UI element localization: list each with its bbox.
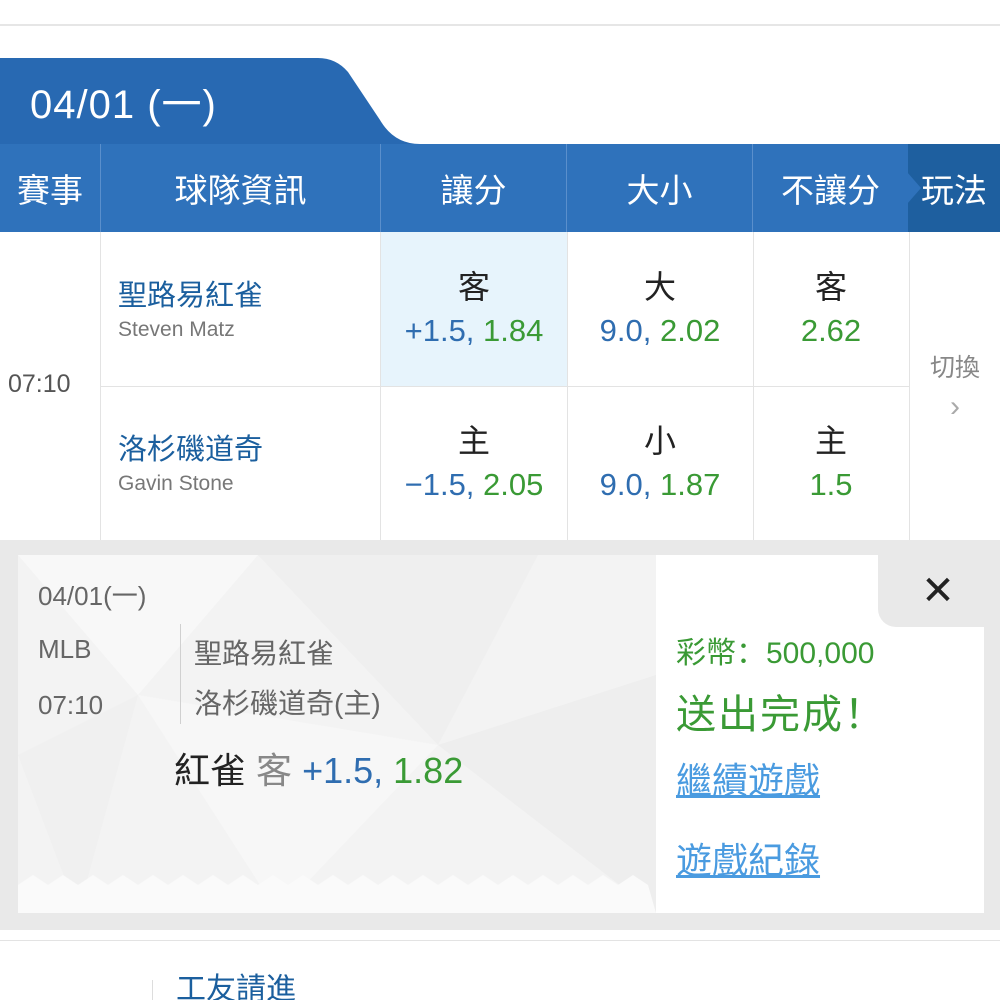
odds-value: 1.5: [809, 467, 853, 502]
receipt-league: MLB: [38, 634, 92, 664]
odds-value: 2.05: [483, 467, 544, 502]
odds-label: 客: [457, 269, 490, 305]
next-section: [0, 940, 1000, 1000]
bet-selection: 紅雀: [174, 750, 247, 791]
odds-value: 1.84: [483, 313, 544, 348]
away-pitcher: Steven Matz: [118, 318, 235, 341]
odds-label: 客: [814, 269, 847, 305]
under-option[interactable]: 小 9.0, 1.87: [567, 419, 753, 507]
switch-button[interactable]: 切換 ›: [910, 232, 1000, 540]
bet-side: 客: [256, 750, 293, 791]
receipt-team-away: 聖路易紅雀: [194, 638, 335, 669]
odds-value: 2.02: [660, 313, 721, 348]
play-type-button[interactable]: 玩法: [907, 144, 1000, 232]
home-team-name: 洛杉磯道奇: [118, 434, 264, 466]
play-type-label: 玩法: [921, 172, 987, 209]
divider: [152, 980, 153, 1000]
away-team-name: 聖路易紅雀: [118, 280, 264, 312]
moneyline-away-option[interactable]: 客 2.62: [753, 265, 909, 353]
header-over-under: 大小: [567, 144, 753, 232]
odds-line: 9.0,: [599, 467, 652, 502]
match-time: 07:10: [8, 370, 71, 398]
receipt-divider: [180, 624, 181, 724]
over-option[interactable]: 大 9.0, 2.02: [567, 265, 753, 353]
game-history-link[interactable]: 遊戲紀錄: [676, 832, 820, 884]
odds-line: −1.5,: [404, 467, 475, 502]
bet-handicap: +1.5,: [302, 750, 384, 791]
handicap-home-option[interactable]: 主 −1.5, 2.05: [381, 419, 567, 507]
odds-label: 主: [814, 423, 847, 459]
odds-label: 大: [643, 269, 676, 305]
continue-game-link[interactable]: 繼續遊戲: [676, 752, 820, 804]
table-header: 賽事 球隊資訊 讓分 大小 不讓分 玩法: [0, 144, 1000, 232]
moneyline-home-option[interactable]: 主 1.5: [753, 419, 909, 507]
chevron-right-icon: ›: [950, 390, 960, 423]
match-table: 07:10 聖路易紅雀 Steven Matz 洛杉磯道奇 Gavin Ston…: [0, 232, 1000, 540]
odds-label: 主: [457, 423, 490, 459]
date-label: 04/01 (一): [30, 83, 217, 127]
coin-balance: 彩幣：500,000: [676, 637, 875, 670]
odds-label: 小: [643, 423, 676, 459]
switch-label: 切換: [929, 354, 980, 382]
handicap-away-option[interactable]: 客 +1.5, 1.84: [381, 265, 567, 353]
odds-line: +1.5,: [404, 313, 475, 348]
odds-value: 1.87: [660, 467, 721, 502]
odds-line: 9.0,: [599, 313, 652, 348]
receipt-bet-line: 紅雀 客 +1.5, 1.82: [174, 742, 463, 794]
close-icon[interactable]: ✕: [915, 568, 961, 614]
top-bar: [0, 0, 1000, 26]
header-event: 賽事: [0, 144, 101, 232]
home-pitcher: Gavin Stone: [118, 472, 234, 495]
notch-icon: [907, 172, 921, 204]
row-divider: [101, 386, 909, 387]
header-handicap: 讓分: [381, 144, 567, 232]
odds-value: 2.62: [800, 313, 862, 348]
bet-odds: 1.82: [393, 750, 464, 791]
header-team-info: 球隊資訊: [101, 144, 381, 232]
receipt-team-home: 洛杉磯道奇(主): [194, 688, 381, 719]
next-section-title[interactable]: 工友請進: [176, 964, 296, 1000]
submit-success-message: 送出完成！: [676, 693, 886, 737]
receipt-time: 07:10: [38, 690, 104, 720]
header-moneyline: 不讓分: [781, 172, 880, 209]
receipt-date: 04/01(一): [38, 581, 147, 611]
